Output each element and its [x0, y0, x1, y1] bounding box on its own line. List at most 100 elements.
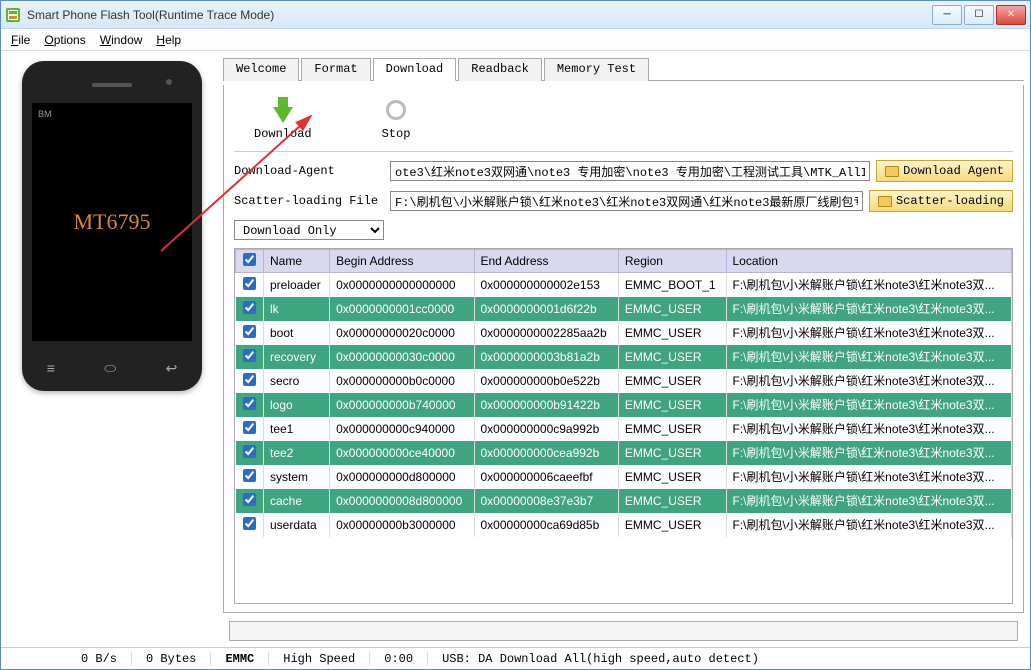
row-checkbox[interactable]	[243, 277, 256, 290]
row-checkbox[interactable]	[243, 445, 256, 458]
download-arrow-icon	[273, 107, 293, 123]
cell-region: EMMC_USER	[618, 513, 726, 537]
table-row[interactable]: boot 0x00000000020c0000 0x0000000002285a…	[236, 321, 1012, 345]
cell-region: EMMC_USER	[618, 489, 726, 513]
status-time: 0:00	[370, 652, 428, 666]
status-storage: EMMC	[211, 652, 269, 666]
cell-end: 0x00000000ca69d85b	[474, 513, 618, 537]
download-mode-select[interactable]: Download Only	[234, 220, 384, 240]
cell-location: F:\刷机包\小米解账户锁\红米note3\红米note3双...	[726, 513, 1012, 537]
cell-region: EMMC_USER	[618, 321, 726, 345]
cell-name: preloader	[264, 273, 330, 297]
cell-begin: 0x00000000030c0000	[330, 345, 474, 369]
scatter-input[interactable]	[390, 191, 863, 211]
menu-options[interactable]: Options	[44, 33, 85, 47]
header-end[interactable]: End Address	[474, 250, 618, 273]
row-checkbox[interactable]	[243, 469, 256, 482]
table-row[interactable]: recovery 0x00000000030c0000 0x0000000003…	[236, 345, 1012, 369]
toolbar: Download Stop	[234, 93, 1013, 152]
cell-end: 0x00000008e37e3b7	[474, 489, 618, 513]
close-button[interactable]: ✕	[996, 5, 1026, 25]
tab-memtest[interactable]: Memory Test	[544, 58, 649, 81]
cell-begin: 0x0000000001cc0000	[330, 297, 474, 321]
row-checkbox[interactable]	[243, 517, 256, 530]
tab-format[interactable]: Format	[301, 58, 370, 81]
scatter-browse-button[interactable]: Scatter-loading	[869, 190, 1013, 212]
cell-name: userdata	[264, 513, 330, 537]
download-action[interactable]: Download	[254, 97, 312, 141]
phone-bm-label: BM	[38, 109, 52, 119]
cell-begin: 0x00000000b3000000	[330, 513, 474, 537]
da-browse-button[interactable]: Download Agent	[876, 160, 1013, 182]
cell-end: 0x0000000003b81a2b	[474, 345, 618, 369]
status-mode: High Speed	[269, 652, 370, 666]
table-row[interactable]: secro 0x000000000b0c0000 0x000000000b0e5…	[236, 369, 1012, 393]
minimize-button[interactable]: ─	[932, 5, 962, 25]
download-label: Download	[254, 127, 312, 141]
cell-name: recovery	[264, 345, 330, 369]
da-label: Download-Agent	[234, 164, 384, 178]
scatter-label: Scatter-loading File	[234, 194, 384, 208]
tab-download[interactable]: Download	[373, 58, 457, 81]
table-row[interactable]: tee1 0x000000000c940000 0x000000000c9a99…	[236, 417, 1012, 441]
nav-menu-icon: ≡	[47, 360, 55, 377]
status-speed: 0 B/s	[67, 652, 132, 666]
cell-location: F:\刷机包\小米解账户锁\红米note3\红米note3双...	[726, 273, 1012, 297]
cell-region: EMMC_USER	[618, 393, 726, 417]
chip-label: MT6795	[74, 209, 151, 235]
cell-begin: 0x0000000008d800000	[330, 489, 474, 513]
cell-begin: 0x000000000d800000	[330, 465, 474, 489]
app-window: Smart Phone Flash Tool(Runtime Trace Mod…	[0, 0, 1031, 670]
table-row[interactable]: userdata 0x00000000b3000000 0x00000000ca…	[236, 513, 1012, 537]
menubar: File Options Window Help	[1, 29, 1030, 51]
header-region[interactable]: Region	[618, 250, 726, 273]
header-location[interactable]: Location	[726, 250, 1012, 273]
row-checkbox[interactable]	[243, 493, 256, 506]
maximize-button[interactable]: ☐	[964, 5, 994, 25]
cell-location: F:\刷机包\小米解账户锁\红米note3\红米note3双...	[726, 369, 1012, 393]
phone-illustration: BM MT6795 ≡ ⬭ ↩	[22, 61, 202, 391]
menu-window[interactable]: Window	[100, 33, 143, 47]
table-row[interactable]: logo 0x000000000b740000 0x000000000b9142…	[236, 393, 1012, 417]
app-icon	[5, 7, 21, 23]
cell-location: F:\刷机包\小米解账户锁\红米note3\红米note3双...	[726, 489, 1012, 513]
header-check[interactable]	[236, 250, 264, 273]
cell-name: boot	[264, 321, 330, 345]
stop-action[interactable]: Stop	[382, 97, 411, 141]
tab-readback[interactable]: Readback	[458, 58, 542, 81]
table-row[interactable]: cache 0x0000000008d800000 0x00000008e37e…	[236, 489, 1012, 513]
row-checkbox[interactable]	[243, 421, 256, 434]
cell-name: lk	[264, 297, 330, 321]
row-checkbox[interactable]	[243, 349, 256, 362]
header-begin[interactable]: Begin Address	[330, 250, 474, 273]
row-checkbox[interactable]	[243, 397, 256, 410]
cell-name: cache	[264, 489, 330, 513]
cell-end: 0x0000000001d6f22b	[474, 297, 618, 321]
row-checkbox[interactable]	[243, 325, 256, 338]
da-input[interactable]	[390, 161, 870, 181]
cell-name: tee2	[264, 441, 330, 465]
status-usb: USB: DA Download All(high speed,auto det…	[428, 652, 1024, 666]
header-name[interactable]: Name	[264, 250, 330, 273]
row-checkbox[interactable]	[243, 373, 256, 386]
tab-welcome[interactable]: Welcome	[223, 58, 299, 81]
table-row[interactable]: system 0x000000000d800000 0x000000006cae…	[236, 465, 1012, 489]
table-row[interactable]: preloader 0x0000000000000000 0x000000000…	[236, 273, 1012, 297]
cell-name: tee1	[264, 417, 330, 441]
cell-name: logo	[264, 393, 330, 417]
menu-help[interactable]: Help	[156, 33, 181, 47]
cell-name: secro	[264, 369, 330, 393]
menu-file[interactable]: File	[11, 33, 30, 47]
table-row[interactable]: lk 0x0000000001cc0000 0x0000000001d6f22b…	[236, 297, 1012, 321]
table-row[interactable]: tee2 0x000000000ce40000 0x000000000cea99…	[236, 441, 1012, 465]
statusbar: 0 B/s 0 Bytes EMMC High Speed 0:00 USB: …	[1, 647, 1030, 669]
row-checkbox[interactable]	[243, 301, 256, 314]
cell-begin: 0x000000000ce40000	[330, 441, 474, 465]
cell-end: 0x000000006caeefbf	[474, 465, 618, 489]
cell-region: EMMC_BOOT_1	[618, 273, 726, 297]
partition-table[interactable]: Name Begin Address End Address Region Lo…	[234, 248, 1013, 604]
cell-end: 0x000000000cea992b	[474, 441, 618, 465]
cell-location: F:\刷机包\小米解账户锁\红米note3\红米note3双...	[726, 297, 1012, 321]
cell-end: 0x000000000b0e522b	[474, 369, 618, 393]
nav-back-icon: ↩	[166, 360, 178, 377]
